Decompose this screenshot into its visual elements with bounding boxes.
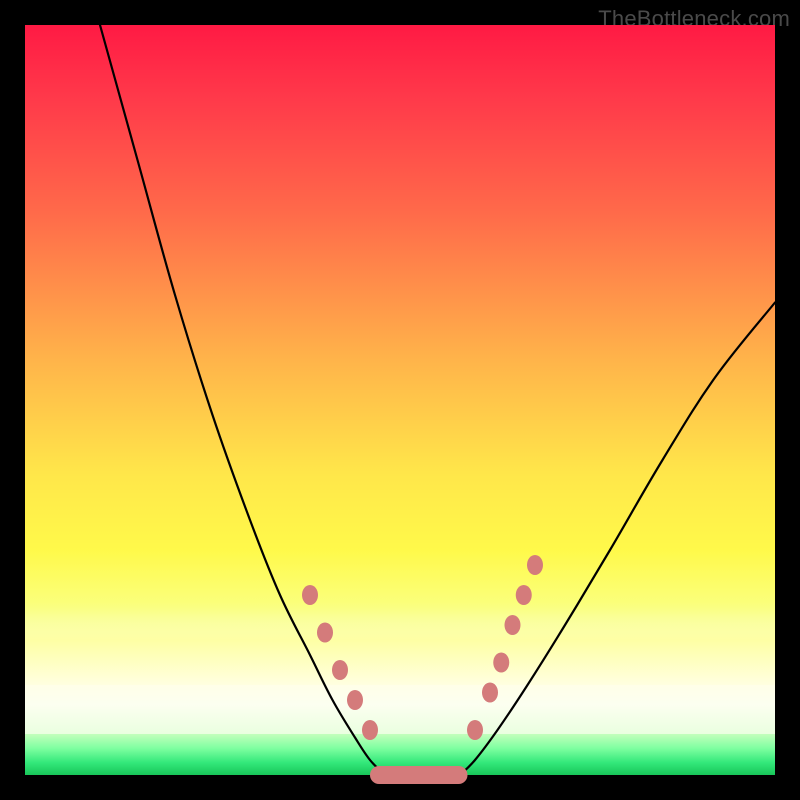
right-branch-curve [460, 303, 775, 776]
data-marker [516, 585, 532, 605]
valley-floor-marker [370, 766, 468, 784]
data-marker [482, 683, 498, 703]
data-marker [505, 615, 521, 635]
data-marker [317, 623, 333, 643]
data-marker [527, 555, 543, 575]
data-marker [302, 585, 318, 605]
data-marker [493, 653, 509, 673]
data-marker [347, 690, 363, 710]
data-marker [362, 720, 378, 740]
chart-stage: TheBottleneck.com [0, 0, 800, 800]
curve-layer [25, 25, 775, 775]
plot-area [25, 25, 775, 775]
data-marker [332, 660, 348, 680]
data-marker [467, 720, 483, 740]
markers-group [302, 555, 543, 784]
